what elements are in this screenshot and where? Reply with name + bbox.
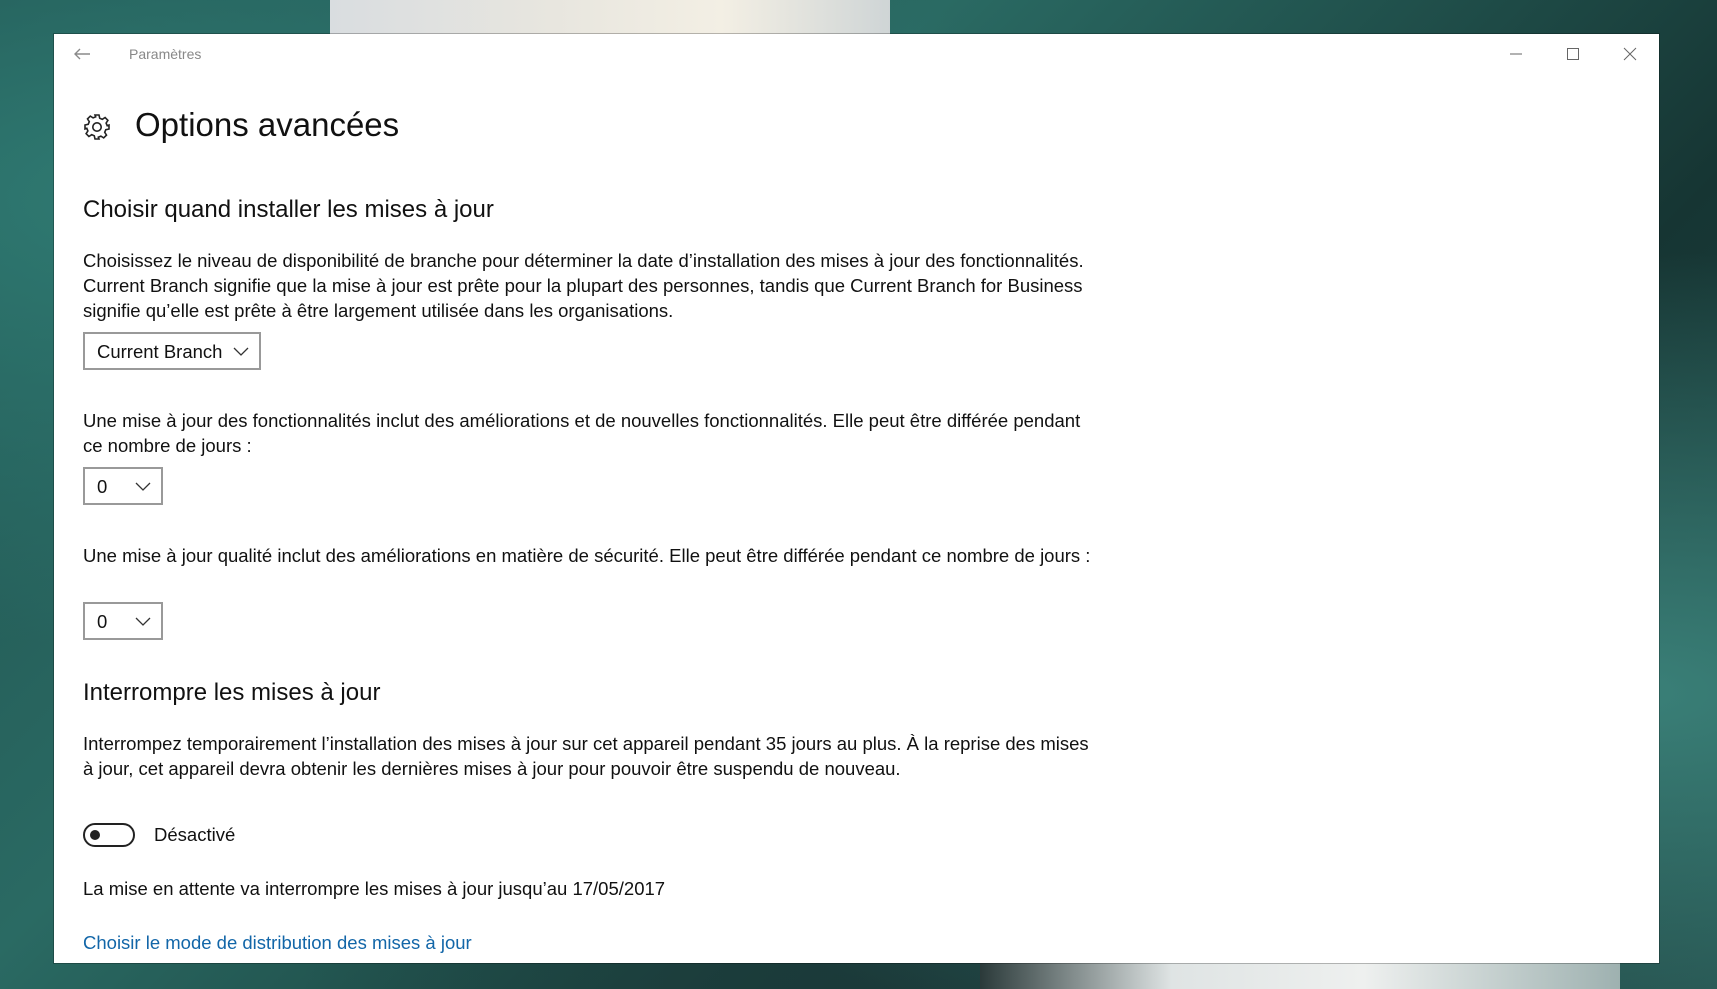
pause-toggle-label: Désactivé	[154, 824, 236, 845]
branch-select-value: Current Branch	[97, 341, 223, 362]
settings-window: Paramètres Options avancées Choisir quan…	[54, 34, 1659, 963]
quality-update-description: Une mise à jour qualité inclut des améli…	[83, 545, 1091, 566]
back-arrow-icon	[74, 48, 90, 60]
gear-icon	[82, 112, 112, 142]
maximize-button[interactable]	[1545, 34, 1602, 74]
wallpaper-detail	[330, 0, 890, 36]
chevron-down-icon	[135, 482, 151, 491]
maximize-icon	[1567, 48, 1579, 60]
app-title: Paramètres	[129, 46, 202, 62]
pause-description: Interrompez temporairement l’installatio…	[83, 733, 1089, 779]
pause-updates-toggle[interactable]	[83, 823, 135, 847]
minimize-icon	[1510, 53, 1522, 55]
close-icon	[1623, 47, 1637, 61]
section-heading-install: Choisir quand installer les mises à jour	[83, 196, 494, 223]
toggle-knob	[90, 830, 100, 840]
wallpaper-detail	[980, 962, 1620, 989]
delivery-mode-link[interactable]: Choisir le mode de distribution des mise…	[83, 932, 472, 954]
feature-update-description: Une mise à jour des fonctionnalités incl…	[83, 410, 1081, 456]
page-title: Options avancées	[135, 106, 400, 143]
feature-defer-days-select[interactable]: 0	[83, 467, 163, 505]
close-button[interactable]	[1602, 34, 1659, 74]
chevron-down-icon	[233, 347, 249, 356]
back-button[interactable]	[68, 40, 96, 68]
minimize-button[interactable]	[1488, 34, 1545, 74]
title-bar: Paramètres	[54, 34, 1659, 74]
section-heading-pause: Interrompre les mises à jour	[83, 679, 381, 706]
chevron-down-icon	[135, 617, 151, 626]
branch-description: Choisissez le niveau de disponibilité de…	[83, 250, 1084, 321]
quality-days-value: 0	[97, 611, 108, 632]
quality-defer-days-select[interactable]: 0	[83, 602, 163, 640]
feature-days-value: 0	[97, 476, 108, 497]
pause-until-text: La mise en attente va interrompre les mi…	[83, 878, 666, 899]
branch-select[interactable]: Current Branch	[83, 332, 261, 370]
